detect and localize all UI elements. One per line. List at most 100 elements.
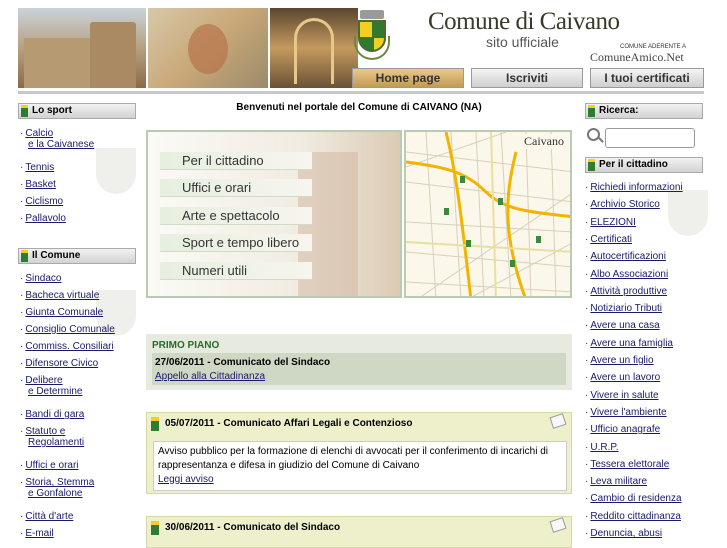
- sidebar-link[interactable]: · Delibere e Determine: [20, 375, 82, 397]
- sidebar-link-label[interactable]: Reddito cittadinanza: [590, 511, 681, 522]
- sidebar-link-label[interactable]: Uffici e orari: [25, 460, 78, 471]
- nav-iscriviti-button[interactable]: Iscriviti: [471, 68, 583, 88]
- sidebar-link-label[interactable]: Giunta Comunale: [25, 307, 103, 318]
- sidebar-link[interactable]: · Statuto e Regolamenti: [20, 426, 84, 448]
- sidebar-link-label[interactable]: Commiss. Consiliari: [25, 341, 113, 352]
- sidebar-link-label[interactable]: Tennis: [25, 162, 54, 173]
- sidebar-link-label[interactable]: Attività produttive: [590, 286, 667, 297]
- sidebar-link-label[interactable]: Storia, Stemma: [25, 477, 94, 488]
- sidebar-link-label[interactable]: Consiglio Comunale: [25, 324, 115, 335]
- sidebar-link-label[interactable]: e Determine: [20, 386, 82, 397]
- sidebar-link[interactable]: · Ufficio anagrafe: [585, 424, 660, 435]
- sidebar-link[interactable]: · Bandi di gara: [20, 409, 84, 420]
- site-subtitle: sito ufficiale: [486, 34, 559, 50]
- sidebar-link[interactable]: · Sindaco: [20, 273, 61, 284]
- sidebar-link-label[interactable]: Ciclismo: [25, 196, 63, 207]
- sidebar-link-label[interactable]: Ufficio anagrafe: [590, 424, 660, 435]
- sidebar-link[interactable]: · Avere un lavoro: [585, 372, 660, 383]
- menu-uffici-e-orari[interactable]: Uffici e orari: [160, 179, 312, 197]
- sidebar-link[interactable]: · Calcio e la Caivanese: [20, 128, 94, 150]
- sidebar-link[interactable]: · ELEZIONI: [585, 217, 636, 228]
- primo-piano-link[interactable]: Appello alla Cittadinanza: [155, 371, 265, 382]
- sidebar-link[interactable]: · Richiedi informazioni: [585, 182, 683, 193]
- sidebar-link-label[interactable]: Vivere l'ambiente: [590, 407, 666, 418]
- sidebar-link[interactable]: · Avere un figlio: [585, 355, 654, 366]
- sidebar-link-label[interactable]: E-mail: [25, 528, 53, 539]
- sidebar-link[interactable]: · Vivere in salute: [585, 390, 659, 401]
- sidebar-link-label[interactable]: Calcio: [25, 128, 53, 139]
- sidebar-link[interactable]: · Certificati: [585, 234, 632, 245]
- sidebar-link[interactable]: · Tessera elettorale: [585, 459, 669, 470]
- sidebar-link[interactable]: · Reddito cittadinanza: [585, 511, 681, 522]
- search-icon[interactable]: [587, 128, 600, 141]
- sidebar-link-label[interactable]: Avere una famiglia: [590, 338, 673, 349]
- sidebar-link-label[interactable]: Statuto e: [25, 426, 65, 437]
- sidebar-link-label[interactable]: ELEZIONI: [590, 217, 636, 228]
- menu-numeri-utili[interactable]: Numeri utili: [160, 262, 312, 280]
- search-input[interactable]: [605, 128, 695, 148]
- sidebar-link[interactable]: · E-mail: [20, 528, 54, 539]
- sidebar-link[interactable]: · Avere una famiglia: [585, 338, 673, 349]
- sidebar-link-label[interactable]: Certificati: [590, 234, 632, 245]
- sidebar-link[interactable]: · Consiglio Comunale: [20, 324, 115, 335]
- sidebar-link[interactable]: · Città d'arte: [20, 511, 73, 522]
- sidebar-link-label[interactable]: Bacheca virtuale: [25, 290, 99, 301]
- sidebar-link[interactable]: · Autocertificazioni: [585, 251, 666, 262]
- sidebar-link-label[interactable]: Delibere: [25, 375, 62, 386]
- menu-arte-e-spettacolo[interactable]: Arte e spettacolo: [160, 207, 312, 225]
- sidebar-link[interactable]: · Archivio Storico: [585, 199, 660, 210]
- sidebar-link-label[interactable]: Città d'arte: [25, 511, 73, 522]
- bullet-icon: ·: [20, 426, 24, 437]
- sidebar-link[interactable]: · Cambio di residenza: [585, 493, 682, 504]
- sidebar-link[interactable]: · Commiss. Consiliari: [20, 341, 114, 352]
- sidebar-link-label[interactable]: e la Caivanese: [20, 139, 94, 150]
- sidebar-link-label[interactable]: Vivere in salute: [590, 390, 658, 401]
- sidebar-link-label[interactable]: Basket: [25, 179, 56, 190]
- sidebar-link[interactable]: · Basket: [20, 179, 56, 190]
- sidebar-link[interactable]: · Ciclismo: [20, 196, 63, 207]
- sidebar-link-label[interactable]: Avere un figlio: [590, 355, 653, 366]
- nav-home-button[interactable]: Home page: [352, 68, 464, 88]
- sidebar-link[interactable]: · Uffici e orari: [20, 460, 79, 471]
- sidebar-link-label[interactable]: Richiedi informazioni: [590, 182, 682, 193]
- sidebar-link-label[interactable]: Notiziario Tributi: [590, 303, 662, 314]
- menu-per-il-cittadino[interactable]: Per il cittadino: [160, 152, 312, 170]
- sidebar-link[interactable]: · Bacheca virtuale: [20, 290, 99, 301]
- sidebar-link[interactable]: · Vivere l'ambiente: [585, 407, 667, 418]
- sidebar-link[interactable]: · U.R.P.: [585, 442, 619, 453]
- sidebar-link[interactable]: · Giunta Comunale: [20, 307, 103, 318]
- nav-certificati-button[interactable]: I tuoi certificati: [590, 68, 704, 88]
- sidebar-link-label[interactable]: Autocertificazioni: [590, 251, 666, 262]
- city-map[interactable]: Caivano: [404, 130, 572, 298]
- sidebar-link-label[interactable]: Difensore Civico: [25, 358, 98, 369]
- sidebar-link[interactable]: · Albo Associazioni: [585, 269, 668, 280]
- menu-sport-e-tempo-libero[interactable]: Sport e tempo libero: [160, 234, 312, 252]
- sidebar-link-label[interactable]: Avere un lavoro: [590, 372, 660, 383]
- sidebar-link[interactable]: · Avere una casa: [585, 320, 660, 331]
- bullet-icon: ·: [585, 182, 589, 193]
- sidebar-link-label[interactable]: Sindaco: [25, 273, 61, 284]
- sidebar-link-label[interactable]: e Gonfalone: [20, 488, 94, 499]
- sidebar-link-label[interactable]: Cambio di residenza: [590, 493, 681, 504]
- sidebar-link[interactable]: · Denuncia, abusi: [585, 528, 662, 539]
- bullet-icon: ·: [20, 375, 24, 386]
- sidebar-link[interactable]: · Pallavolo: [20, 213, 66, 224]
- sidebar-link-label[interactable]: Leva militare: [590, 476, 647, 487]
- sidebar-link-label[interactable]: Avere una casa: [590, 320, 659, 331]
- sidebar-link[interactable]: · Notiziario Tributi: [585, 303, 662, 314]
- sidebar-link[interactable]: · Attività produttive: [585, 286, 667, 297]
- sidebar-link-label[interactable]: Bandi di gara: [25, 409, 84, 420]
- sidebar-link-label[interactable]: Pallavolo: [25, 213, 66, 224]
- comune-amico-logo[interactable]: COMUNE ADERENTE A ComuneAmico.Net: [590, 44, 704, 64]
- sidebar-link[interactable]: · Difensore Civico: [20, 358, 98, 369]
- sidebar-link-label[interactable]: Tessera elettorale: [590, 459, 669, 470]
- sidebar-link-label[interactable]: U.R.P.: [590, 442, 618, 453]
- sidebar-link[interactable]: · Tennis: [20, 162, 54, 173]
- sidebar-link-label[interactable]: Denuncia, abusi: [590, 528, 662, 539]
- sidebar-link[interactable]: · Leva militare: [585, 476, 647, 487]
- news-read-link[interactable]: Leggi avviso: [158, 473, 562, 487]
- sidebar-link-label[interactable]: Regolamenti: [20, 437, 84, 448]
- sidebar-link[interactable]: · Storia, Stemma e Gonfalone: [20, 477, 94, 499]
- sidebar-link-label[interactable]: Albo Associazioni: [590, 269, 668, 280]
- sidebar-link-label[interactable]: Archivio Storico: [590, 199, 659, 210]
